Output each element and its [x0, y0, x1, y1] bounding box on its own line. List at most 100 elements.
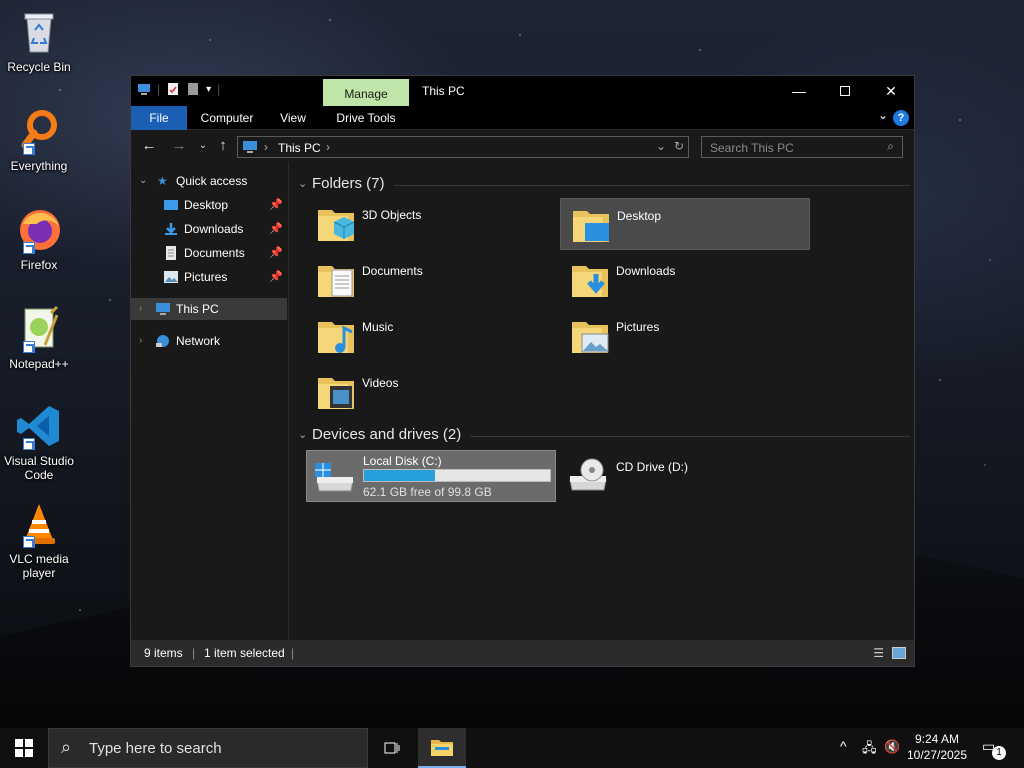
start-button[interactable] — [0, 728, 48, 768]
desktop-icon-vlc[interactable]: VLC media player — [0, 500, 78, 580]
folder-label: Pictures — [616, 320, 660, 334]
nav-item-label: This PC — [176, 302, 219, 316]
chevron-down-icon: ⌄ — [139, 175, 148, 186]
devices-group-header[interactable]: Devices and drives (2) — [312, 426, 461, 443]
nav-item-documents[interactable]: Documents 📌 — [131, 242, 287, 264]
expand-ribbon-icon[interactable]: ⌄ — [878, 108, 888, 122]
volume-muted-icon[interactable]: 🔇 — [884, 739, 900, 755]
desktop-folder-icon — [164, 200, 178, 210]
nav-item-desktop[interactable]: Desktop 📌 — [131, 194, 287, 216]
close-button[interactable]: ✕ — [868, 76, 914, 106]
navigation-bar: ← → ⌄ ↑ › This PC › ⌄ ↻ Search This PC ⌕ — [131, 130, 914, 162]
nav-quick-access[interactable]: ⌄ ★ Quick access — [131, 170, 287, 192]
folder-tile-3d-objects[interactable]: 3D Objects — [306, 198, 556, 250]
folder-tile-desktop[interactable]: Desktop — [560, 198, 810, 250]
desktop-icon-notepad-plus-plus[interactable]: Notepad++ — [0, 305, 78, 371]
file-explorer-icon — [431, 740, 453, 756]
tab-view[interactable]: View — [271, 106, 315, 130]
folder-tile-videos[interactable]: Videos — [306, 366, 556, 418]
nav-item-pictures[interactable]: Pictures 📌 — [131, 266, 287, 288]
separator: | — [291, 646, 295, 660]
folder-tile-downloads[interactable]: Downloads — [560, 254, 810, 306]
breadcrumb-this-pc[interactable]: This PC — [278, 141, 321, 155]
title-bar: | ▾ | Manage This PC — ✕ — [131, 76, 914, 106]
shortcut-arrow-icon — [23, 438, 35, 450]
folder-label: Documents — [362, 264, 423, 278]
windows-logo-icon — [15, 739, 33, 757]
desktop-icon-firefox[interactable]: Firefox — [0, 206, 78, 272]
drive-tile-local-disk-c[interactable]: Local Disk (C:) 62.1 GB free of 99.8 GB — [306, 450, 556, 502]
taskbar-search-input[interactable]: Type here to search — [89, 740, 222, 757]
search-input[interactable]: Search This PC — [710, 141, 794, 155]
desktop-icon-label: Visual Studio Code — [4, 454, 74, 482]
folder-tile-music[interactable]: Music — [306, 310, 556, 362]
desktop-icon-recycle-bin[interactable]: Recycle Bin — [0, 8, 78, 74]
navigation-pane: ⌄ ★ Quick access Desktop 📌 Downloads 📌 D… — [131, 162, 289, 640]
back-button[interactable]: ← — [139, 136, 159, 156]
maximize-button[interactable] — [822, 76, 868, 106]
tab-file[interactable]: File — [131, 106, 187, 130]
quick-access-toolbar: | ▾ | — [137, 82, 220, 96]
minimize-button[interactable]: — — [776, 76, 822, 106]
breadcrumb-chevron-icon: › — [264, 140, 268, 154]
drive-label: CD Drive (D:) — [616, 460, 688, 474]
separator: | — [157, 82, 161, 96]
desktop-icon-label: Recycle Bin — [7, 60, 71, 74]
shortcut-arrow-icon — [23, 242, 35, 254]
breadcrumb-chevron-icon[interactable]: › — [326, 140, 330, 154]
address-bar[interactable]: › This PC › ⌄ ↻ — [237, 136, 689, 158]
desktop-icon-label: Notepad++ — [9, 357, 69, 371]
task-view-button[interactable] — [368, 728, 416, 768]
drive-tile-cd-drive-d[interactable]: CD Drive (D:) — [560, 450, 810, 502]
search-box[interactable]: Search This PC ⌕ — [701, 136, 903, 158]
nav-item-label: Quick access — [176, 174, 248, 188]
folder-tile-pictures[interactable]: Pictures — [560, 310, 810, 362]
shortcut-arrow-icon — [23, 536, 35, 548]
up-arrow-icon: ↑ — [219, 137, 227, 154]
help-icon[interactable]: ? — [893, 110, 909, 126]
properties-icon[interactable] — [166, 82, 180, 96]
drive-usage-fill — [364, 470, 435, 481]
recent-locations-button[interactable]: ⌄ — [193, 136, 213, 156]
network-tray-icon[interactable]: 🖧 — [862, 739, 877, 761]
details-view-icon[interactable]: ☰ — [873, 646, 884, 660]
collapse-group-icon[interactable]: ⌄ — [298, 428, 307, 441]
downloads-folder-icon — [572, 266, 608, 297]
collapse-group-icon[interactable]: ⌄ — [298, 177, 307, 190]
pictures-folder-icon — [572, 322, 609, 353]
action-center-button[interactable]: ▭ 1 — [982, 738, 1006, 760]
nav-item-label: Network — [176, 334, 221, 348]
pin-icon: 📌 — [269, 271, 283, 283]
window-title: This PC — [422, 84, 465, 98]
nav-item-label: Desktop — [184, 198, 229, 212]
tab-drive-tools[interactable]: Drive Tools — [323, 106, 409, 130]
tab-computer[interactable]: Computer — [191, 106, 263, 130]
close-icon: ✕ — [885, 82, 897, 99]
taskbar-file-explorer[interactable] — [418, 728, 466, 768]
desktop-icon-vscode[interactable]: Visual Studio Code — [0, 402, 78, 482]
nav-item-this-pc[interactable]: › This PC — [131, 298, 287, 320]
separator: | — [192, 646, 196, 660]
forward-button[interactable]: → — [169, 136, 189, 156]
pin-icon: 📌 — [269, 247, 283, 259]
tab-manage[interactable]: Manage — [323, 79, 409, 106]
taskbar-search-box[interactable]: ⌕ Type here to search — [48, 728, 368, 768]
folder-label: Music — [362, 320, 394, 334]
3d-objects-folder-icon — [318, 210, 355, 241]
large-icons-view-icon[interactable] — [892, 647, 906, 659]
nav-item-downloads[interactable]: Downloads 📌 — [131, 218, 287, 240]
up-button[interactable]: ↑ — [213, 136, 233, 156]
folder-tile-documents[interactable]: Documents — [306, 254, 556, 306]
customize-toolbar-icon[interactable]: ▾ — [206, 84, 211, 95]
new-folder-icon[interactable] — [186, 82, 200, 96]
refresh-icon[interactable]: ↻ — [674, 139, 684, 153]
search-icon: ⌕ — [887, 139, 894, 153]
show-hidden-icons-icon[interactable]: ^ — [840, 738, 847, 754]
everything-search-icon — [15, 107, 63, 155]
address-dropdown-icon[interactable]: ⌄ — [656, 139, 666, 153]
separator: | — [217, 82, 221, 96]
folders-group-header[interactable]: Folders (7) — [312, 175, 385, 192]
clock[interactable]: 9:24 AM 10/27/2025 — [905, 731, 969, 763]
desktop-icon-everything[interactable]: Everything — [0, 107, 78, 173]
nav-item-network[interactable]: › Network — [131, 330, 287, 352]
